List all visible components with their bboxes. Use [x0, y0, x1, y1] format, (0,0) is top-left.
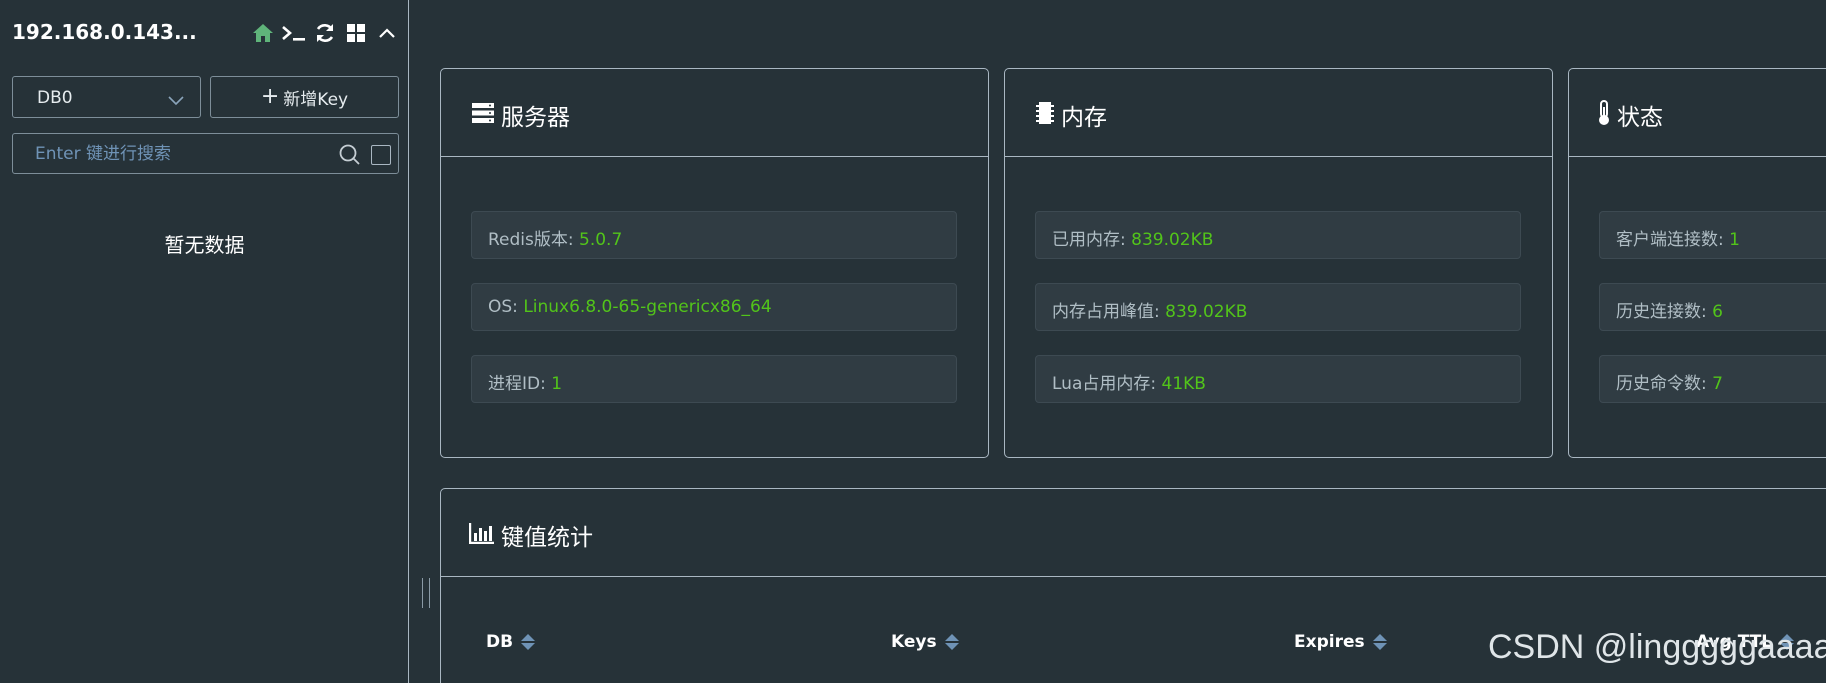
key-stats-title-text: 键值统计 — [501, 525, 593, 551]
search-icon[interactable] — [339, 144, 361, 170]
refresh-icon[interactable] — [309, 20, 340, 46]
server-icon — [471, 102, 495, 128]
info-value: 5.0.7 — [579, 230, 623, 250]
server-title-text: 服务器 — [501, 105, 570, 131]
status-card-title: 状态 — [1597, 98, 1663, 132]
info-value: 6 — [1712, 302, 1723, 322]
column-header-db[interactable]: DB — [486, 632, 536, 652]
column-header-expires[interactable]: Expires — [1294, 632, 1387, 652]
connection-title[interactable]: 192.168.0.143... — [12, 20, 197, 44]
info-value: 1 — [1729, 230, 1740, 250]
db-select-value: DB0 — [37, 88, 73, 108]
sidebar: 192.168.0.143... DB0 + 新增Key Enter 键进行搜索… — [0, 0, 409, 683]
info-label: 历史命令数: — [1616, 374, 1707, 394]
info-row: 内存占用峰值: 839.02KB — [1035, 283, 1521, 331]
column-header-label: Expires — [1294, 632, 1365, 652]
connection-header: 192.168.0.143... — [12, 18, 402, 48]
connection-toolbar — [247, 20, 402, 46]
info-label: 已用内存: — [1052, 230, 1126, 250]
info-row: OS: Linux6.8.0-65-genericx86_64 — [471, 283, 957, 331]
memory-card: 内存 已用内存: 839.02KB 内存占用峰值: 839.02KB Lua占用… — [1004, 68, 1553, 458]
chevron-down-icon — [168, 91, 184, 110]
info-value: 7 — [1712, 374, 1723, 394]
memory-card-title: 内存 — [1035, 98, 1107, 132]
column-header-label: Keys — [891, 632, 937, 652]
info-value: 839.02KB — [1131, 230, 1214, 250]
server-card: 服务器 Redis版本: 5.0.7 OS: Linux6.8.0-65-gen… — [440, 68, 989, 458]
info-row: 已用内存: 839.02KB — [1035, 211, 1521, 259]
home-icon[interactable] — [247, 20, 278, 46]
status-card: 状态 客户端连接数: 1 历史连接数: 6 历史命令数: 7 — [1568, 68, 1826, 458]
add-key-label: 新增Key — [283, 89, 349, 110]
info-label: 进程ID: — [488, 374, 546, 394]
memory-title-text: 内存 — [1061, 105, 1107, 131]
status-card-header: 状态 — [1569, 69, 1826, 157]
key-stats-title: 键值统计 — [468, 518, 593, 552]
sort-icon[interactable] — [1372, 634, 1387, 650]
search-input[interactable] — [35, 142, 335, 166]
info-value: 41KB — [1161, 374, 1206, 394]
info-label: 客户端连接数: — [1616, 230, 1724, 250]
add-key-button[interactable]: + 新增Key — [210, 76, 399, 118]
chevron-up-icon[interactable] — [371, 20, 402, 46]
info-row: 历史命令数: 7 — [1599, 355, 1826, 403]
exact-search-checkbox[interactable] — [371, 145, 391, 165]
empty-state-text: 暂无数据 — [164, 233, 245, 257]
plus-icon: + — [260, 84, 280, 109]
info-label: Redis版本: — [488, 230, 574, 250]
terminal-icon[interactable] — [278, 20, 309, 46]
db-select[interactable]: DB0 — [12, 76, 201, 118]
column-header-keys[interactable]: Keys — [891, 632, 959, 652]
info-label: 历史连接数: — [1616, 302, 1707, 322]
sidebar-resize-handle[interactable] — [422, 578, 430, 608]
grid-icon[interactable] — [340, 20, 371, 46]
info-label: Lua占用内存: — [1052, 374, 1157, 394]
server-card-header: 服务器 — [441, 69, 988, 157]
info-value: 839.02KB — [1165, 302, 1248, 322]
info-row: 客户端连接数: 1 — [1599, 211, 1826, 259]
info-row: 进程ID: 1 — [471, 355, 957, 403]
watermark-text: CSDN @lingggggaaaa — [1488, 628, 1826, 666]
key-stats-header: 键值统计 — [441, 489, 1826, 577]
sort-icon[interactable] — [944, 634, 959, 650]
memory-card-header: 内存 — [1005, 69, 1552, 157]
info-row: 历史连接数: 6 — [1599, 283, 1826, 331]
bar-chart-icon — [468, 522, 495, 548]
info-row: Redis版本: 5.0.7 — [471, 211, 957, 259]
info-label: 内存占用峰值: — [1052, 302, 1160, 322]
status-title-text: 状态 — [1617, 105, 1663, 131]
info-value: 1 — [551, 374, 563, 394]
server-card-title: 服务器 — [471, 98, 570, 132]
search-box — [12, 133, 399, 174]
info-row: Lua占用内存: 41KB — [1035, 355, 1521, 403]
thermometer-icon — [1597, 100, 1611, 130]
info-value: Linux6.8.0-65-genericx86_64 — [523, 297, 772, 317]
info-label: OS: — [488, 297, 518, 317]
sort-icon[interactable] — [521, 634, 536, 650]
column-header-label: DB — [486, 632, 514, 652]
memory-chip-icon — [1035, 101, 1055, 129]
